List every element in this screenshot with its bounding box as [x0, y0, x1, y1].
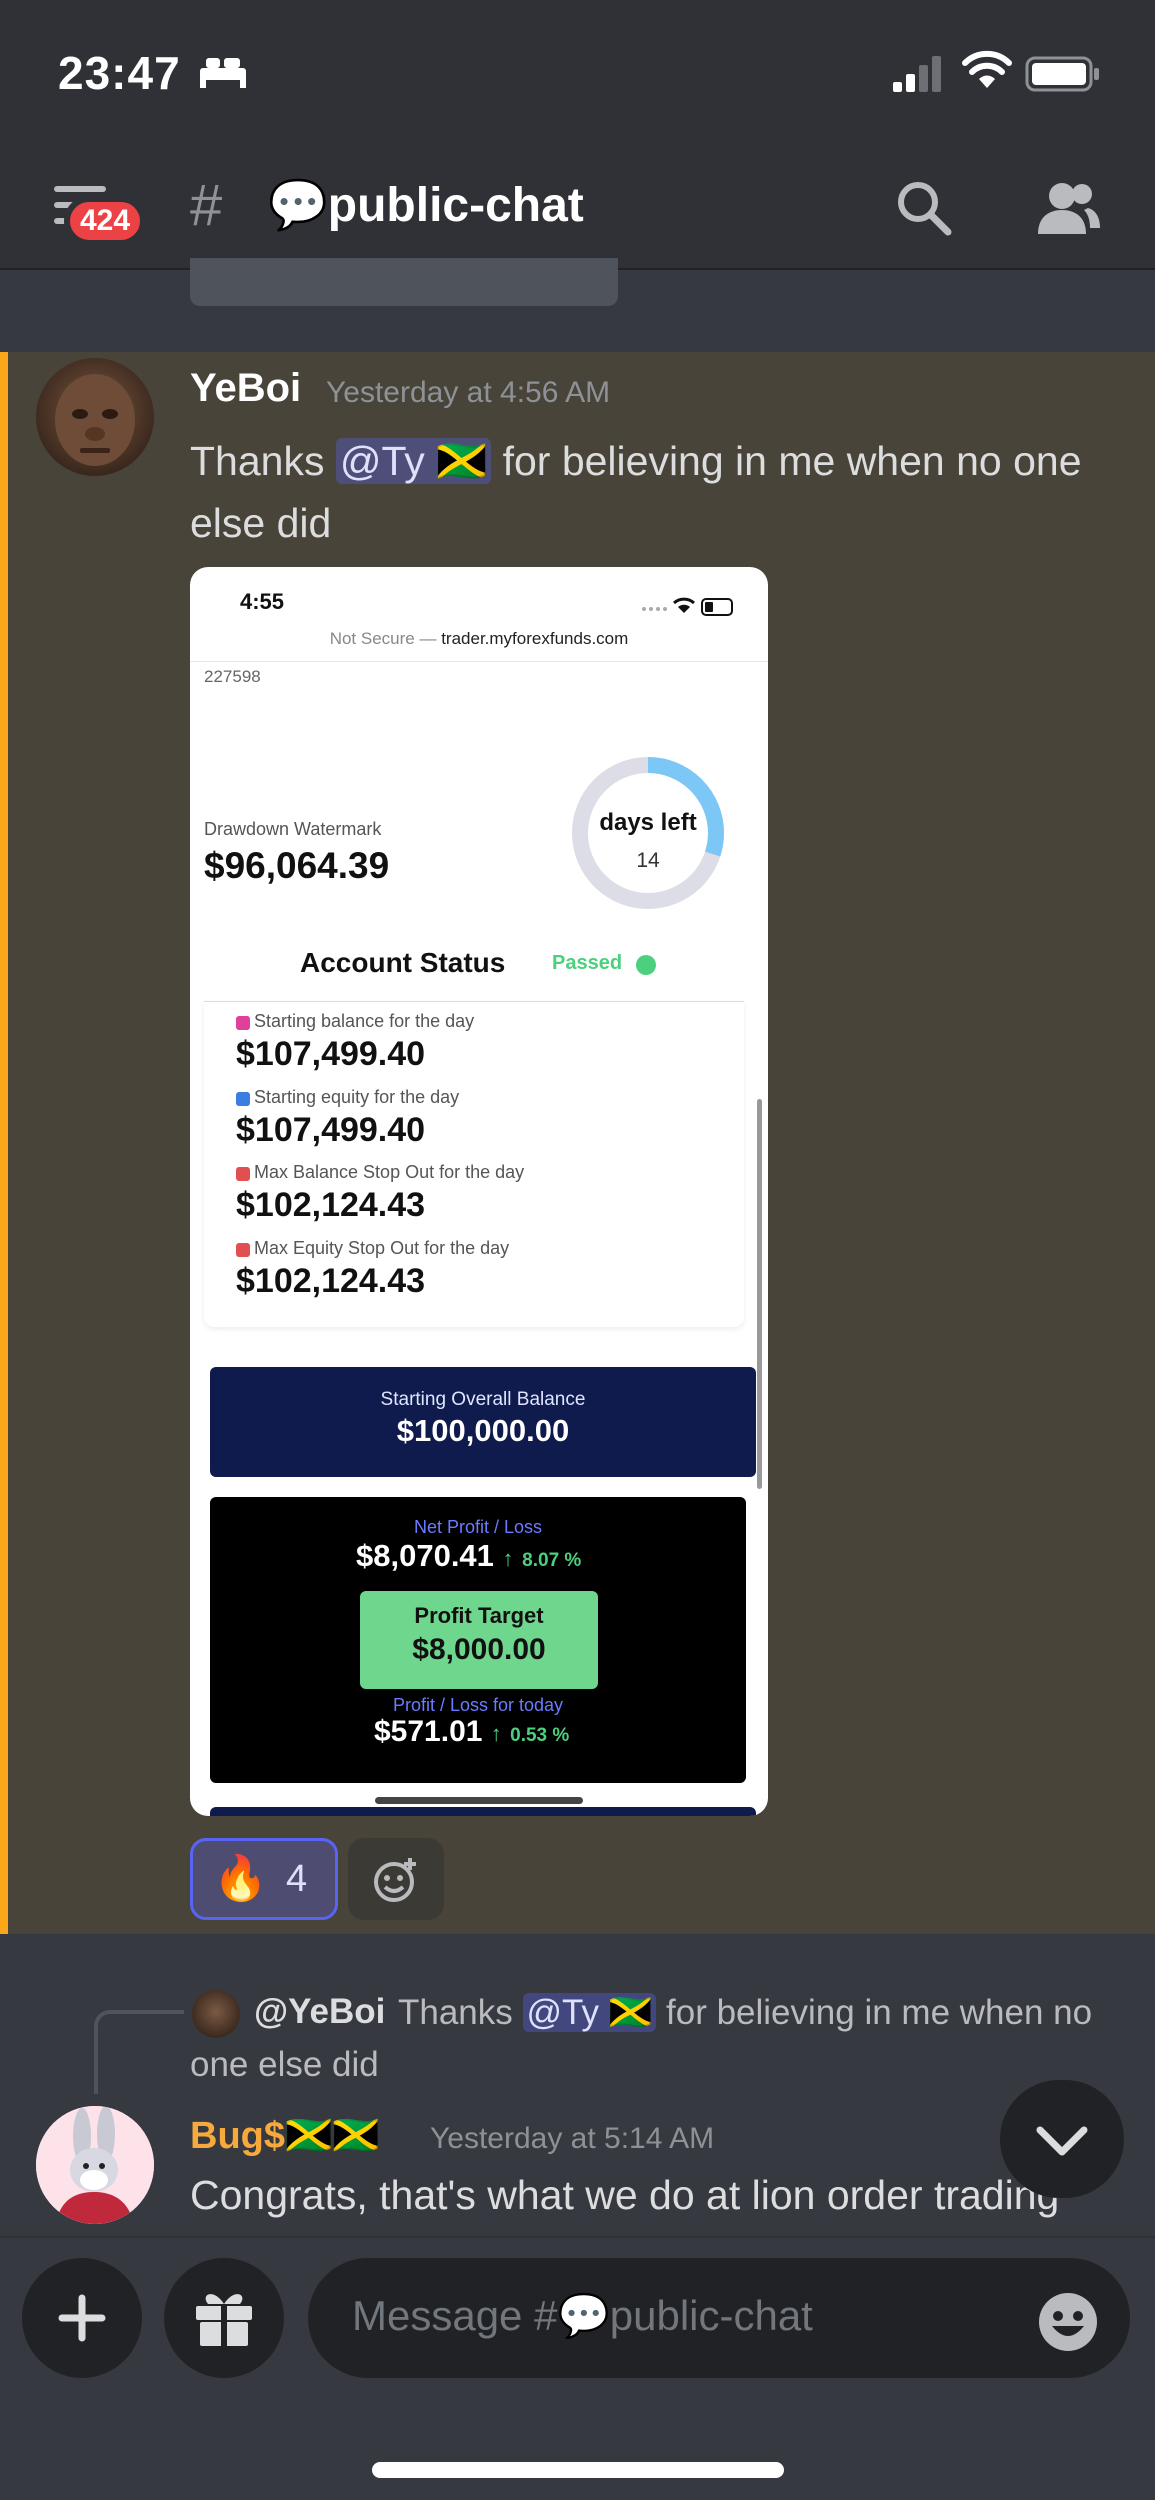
add-reaction-icon — [374, 1858, 416, 1902]
reply-connector — [94, 2010, 184, 2094]
shot-home-indicator — [375, 1797, 583, 1804]
avatar[interactable] — [36, 358, 154, 476]
reply-avatar — [192, 1990, 240, 2038]
jump-to-bottom-button[interactable] — [1000, 2080, 1124, 2198]
reply-text[interactable]: Thanks @Ty 🇯🇲 for believing in me when n… — [398, 1988, 1092, 2038]
shot-url-prefix: Not Secure — — [329, 629, 442, 648]
profit-target-label: Profit Target — [414, 1603, 544, 1628]
search-icon[interactable] — [894, 178, 954, 238]
days-left-value: 14 — [636, 849, 660, 872]
shot-url: Not Secure — trader.myforexfunds.com — [190, 629, 768, 649]
message-text: Thanks @Ty 🇯🇲 for believing in me when n… — [190, 430, 1110, 554]
drawdown-label: Drawdown Watermark — [204, 819, 382, 839]
reply-text-part: Thanks — [398, 1993, 523, 2032]
add-reaction-button[interactable] — [348, 1838, 444, 1920]
clock: 23:47 — [58, 47, 181, 99]
shot-scrollbar — [757, 1099, 762, 1489]
shot-clock: 4:55 — [240, 589, 285, 614]
drawdown-value: $96,064.39 — [204, 845, 390, 886]
profit-target-value: $8,000.00 — [412, 1633, 546, 1666]
battery-icon — [1025, 56, 1099, 92]
reply-text-line2[interactable]: one else did — [190, 2040, 379, 2090]
home-indicator — [372, 2462, 784, 2478]
row-color-icon — [236, 1016, 250, 1030]
stat-value: $107,499.40 — [236, 1111, 426, 1149]
status-dot-icon — [636, 955, 656, 975]
user-mention[interactable]: @Ty 🇯🇲 — [522, 1993, 657, 2032]
next-card-edge — [210, 1807, 756, 1816]
avatar-bunny — [36, 2106, 154, 2224]
reply-text-part: for believing in me when no — [656, 1993, 1093, 2032]
message-timestamp: Yesterday at 4:56 AM — [326, 376, 611, 409]
fire-emoji: 🔥 — [213, 1854, 268, 1903]
net-profit-label: Net Profit / Loss — [413, 1517, 543, 1537]
message-text: Congrats, that's what we do at lion orde… — [190, 2172, 1060, 2218]
row-color-icon — [236, 1167, 250, 1181]
today-profit-label: Profit / Loss for today — [392, 1695, 564, 1715]
message-text-part: Thanks — [190, 438, 336, 484]
stat-label: Starting equity for the day — [254, 1087, 460, 1107]
net-profit-value: $8,070.41 — [356, 1538, 494, 1573]
reaction-count: 4 — [286, 1858, 308, 1900]
today-profit-value: $571.01 — [374, 1715, 483, 1748]
chevron-down-icon — [1036, 2126, 1088, 2156]
shot-status-icons — [642, 597, 733, 616]
channel-hash-icon: # — [190, 173, 223, 238]
wifi-icon — [962, 50, 1012, 88]
avatar[interactable] — [36, 2106, 154, 2224]
stat-label: Max Equity Stop Out for the day — [254, 1238, 510, 1258]
image-attachment[interactable]: 4:55 Not Secure — trader.myforexfunds.co… — [190, 567, 768, 1816]
emoji-picker-icon[interactable] — [1036, 2290, 1100, 2354]
message-text-part: for believing in me when no one — [491, 438, 1082, 484]
overall-balance-label: Starting Overall Balance — [380, 1389, 586, 1410]
days-left-label: days left — [599, 809, 697, 836]
user-mention[interactable]: @Ty 🇯🇲 — [335, 438, 492, 484]
mention-highlight-bar — [0, 352, 8, 1934]
account-status-value: Passed — [552, 952, 623, 974]
message-author[interactable]: YeBoi — [190, 366, 301, 411]
reply-author[interactable]: @YeBoi — [254, 1992, 385, 2032]
gift-button[interactable] — [164, 2258, 284, 2378]
stat-value: $102,124.43 — [236, 1186, 426, 1224]
sleep-focus-icon — [200, 58, 246, 88]
overall-balance-value: $100,000.00 — [396, 1413, 570, 1448]
arrow-up-icon: ↑ — [490, 1721, 502, 1746]
shot-url-host: trader.myforexfunds.com — [441, 629, 629, 648]
add-attachment-button[interactable] — [22, 2258, 142, 2378]
stat-value: $107,499.40 — [236, 1035, 426, 1073]
members-icon[interactable] — [1036, 178, 1102, 238]
channel-title[interactable]: 💬public-chat — [268, 176, 584, 233]
shot-account-id: 227598 — [204, 667, 261, 686]
today-profit-pct: 0.53 % — [510, 1725, 570, 1746]
message-input-placeholder[interactable]: Message #💬public-chat — [352, 2292, 813, 2341]
arrow-up-icon: ↑ — [502, 1546, 514, 1571]
previous-embed — [190, 258, 618, 306]
account-status-title: Account Status — [300, 947, 506, 978]
stat-label: Max Balance Stop Out for the day — [254, 1162, 525, 1182]
message-text-part: else did — [190, 500, 332, 546]
avatar-face — [55, 374, 135, 466]
row-color-icon — [236, 1243, 250, 1257]
net-profit-row: $8,070.41 ↑ 8.07 % — [356, 1538, 581, 1574]
today-profit-row: $571.01 ↑ 0.53 % — [374, 1715, 569, 1749]
stat-label: Starting balance for the day — [254, 1011, 475, 1031]
unread-badge: 424 — [64, 196, 146, 246]
divider — [190, 661, 768, 662]
stat-value: $102,124.43 — [236, 1262, 426, 1300]
net-profit-pct: 8.07 % — [522, 1550, 582, 1571]
row-color-icon — [236, 1092, 250, 1106]
plus-icon — [58, 2294, 106, 2342]
message-timestamp: Yesterday at 5:14 AM — [430, 2122, 715, 2155]
cellular-signal-icon — [893, 56, 941, 92]
gift-icon — [196, 2294, 252, 2348]
message-author[interactable]: Bug$🇯🇲🇯🇲 — [190, 2114, 380, 2158]
